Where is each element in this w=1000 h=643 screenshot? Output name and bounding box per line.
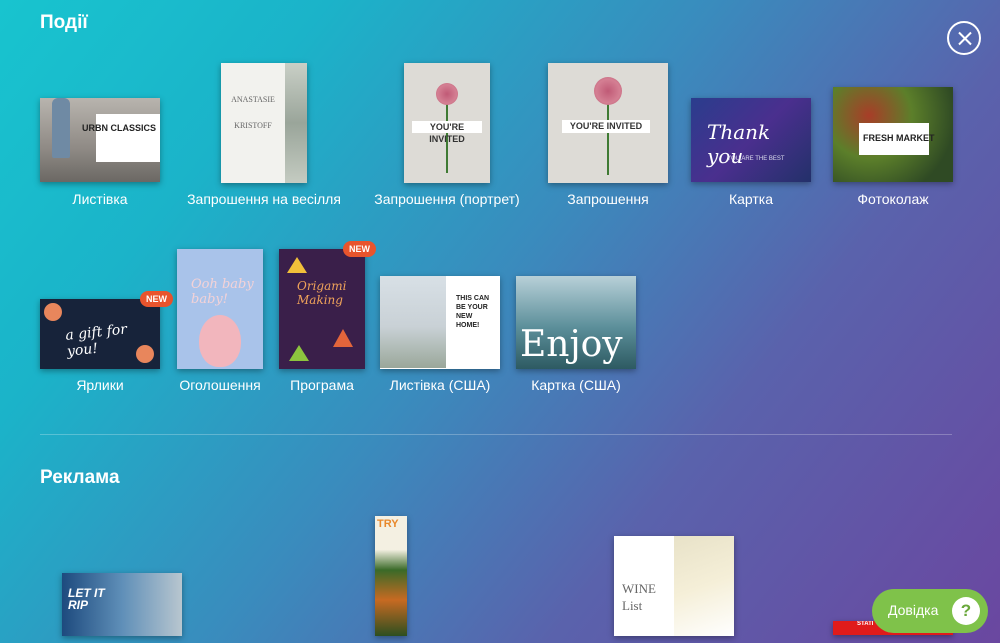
thumbnail-text: STATI — [857, 621, 874, 627]
section-title-ads: Реклама — [40, 467, 120, 488]
template-thumbnail: YOU'RE INVITED — [548, 63, 668, 183]
template-thumbnail: a gift for you! — [40, 299, 160, 369]
thumbnail-text: FRESH MARKET — [863, 133, 935, 143]
template-thumbnail: Ooh baby baby! — [177, 249, 263, 369]
template-thumbnail: LET IT RIP — [62, 573, 182, 636]
thumbnail-text: YOU'RE INVITED — [412, 121, 482, 144]
template-thumbnail: Thank you YOU ARE THE BEST — [691, 98, 811, 182]
close-icon[interactable] — [947, 21, 981, 55]
help-button[interactable]: Довідка ? — [872, 589, 988, 633]
template-label: Картка — [728, 191, 774, 207]
template-thumbnail: WINE List — [614, 536, 734, 636]
question-icon: ? — [952, 597, 980, 625]
template-label: Листівка — [72, 191, 128, 207]
template-label: Фотоколаж — [857, 191, 929, 207]
section-divider — [40, 434, 952, 435]
template-label: Запрошення — [567, 191, 649, 207]
thumbnail-text: Origami Making — [297, 279, 347, 307]
template-label: Листівка (США) — [389, 377, 491, 393]
thumbnail-text: YOU ARE THE BEST — [727, 156, 785, 162]
template-thumbnail: FRESH MARKET — [833, 87, 953, 182]
thumbnail-text: LET IT RIP — [68, 586, 105, 612]
thumbnail-text: URBN CLASSICS — [81, 123, 156, 133]
template-thumbnail: Enjoy — [516, 276, 636, 369]
thumbnail-text: KRISTOFF — [234, 121, 272, 130]
thumbnail-text: Enjoy — [520, 324, 623, 365]
help-label: Довідка — [888, 602, 939, 618]
template-label: Ярлики — [76, 377, 124, 393]
thumbnail-text: YOU'RE INVITED — [562, 120, 650, 133]
template-thumbnail: ANASTASIE KRISTOFF — [221, 63, 307, 183]
thumbnail-text: ANASTASIE — [231, 95, 275, 104]
thumbnail-text: Ooh baby baby! — [191, 277, 254, 307]
template-thumbnail: YOU'RE INVITED — [404, 63, 490, 183]
template-thumbnail: THIS CAN BE YOUR NEW HOME! — [380, 276, 500, 369]
thumbnail-text: WINE List — [622, 581, 656, 613]
section-title-events: Події — [40, 12, 88, 33]
template-label: Запрошення (портрет) — [374, 191, 520, 207]
template-label: Запрошення на весілля — [187, 191, 341, 207]
template-thumbnail: TRY — [375, 516, 407, 636]
new-badge: NEW — [140, 291, 173, 307]
thumbnail-text: TRY — [377, 518, 399, 530]
thumbnail-text: THIS CAN BE YOUR NEW HOME! — [456, 295, 490, 329]
template-thumbnail: Origami Making — [279, 249, 365, 369]
template-label: Оголошення — [179, 377, 261, 393]
template-label: Програма — [290, 377, 354, 393]
template-label: Картка (США) — [531, 377, 621, 393]
template-thumbnail: URBN CLASSICS — [40, 98, 160, 182]
new-badge: NEW — [343, 241, 376, 257]
